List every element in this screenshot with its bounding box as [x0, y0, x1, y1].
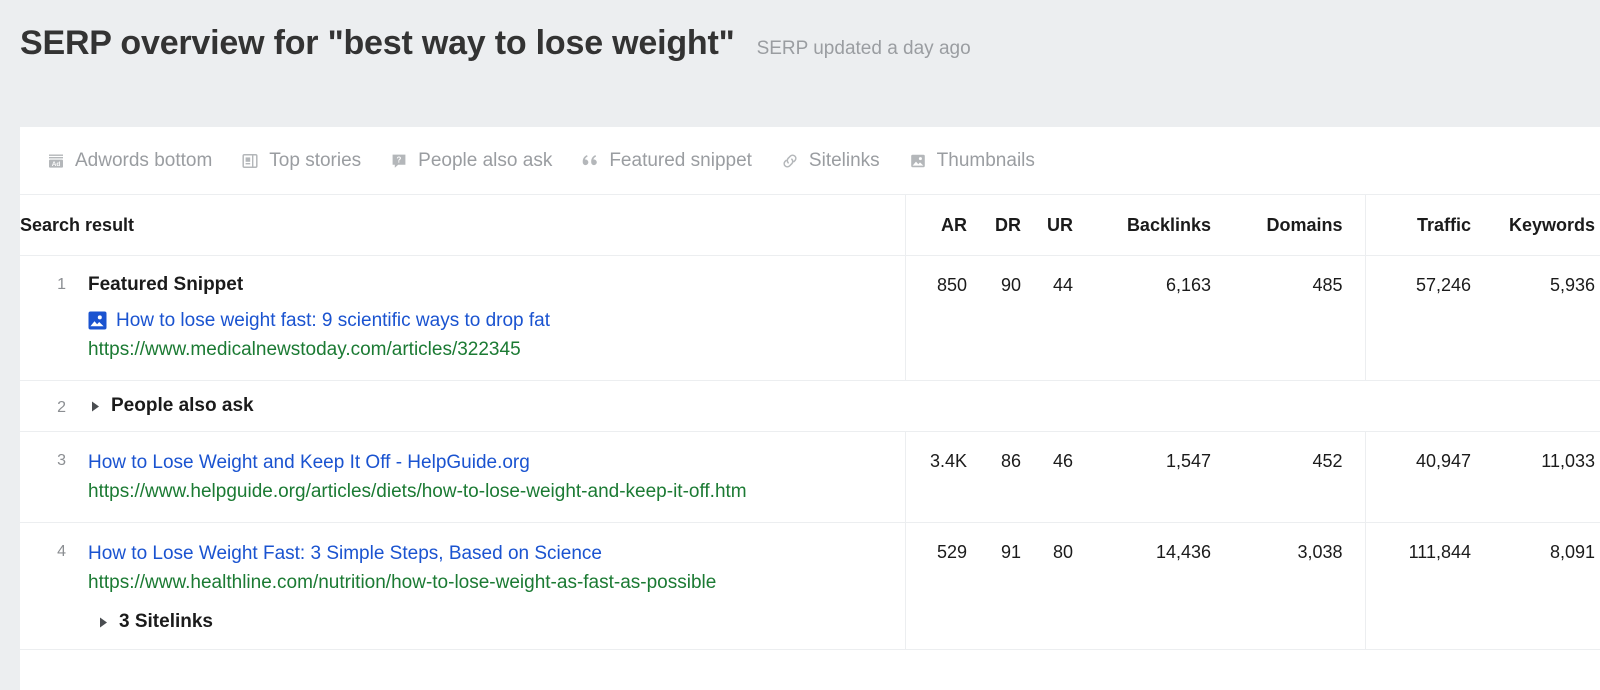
svg-text:Ad: Ad [52, 160, 61, 167]
metric-dr: 91 [989, 522, 1043, 650]
svg-text:?: ? [397, 155, 402, 164]
result-rank: 2 [57, 399, 66, 416]
metric-backlinks: 6,163 [1095, 255, 1233, 381]
sitelinks-toggle[interactable]: 3 Sitelinks [88, 611, 716, 633]
serp-feature-adwords-bottom[interactable]: Ad Adwords bottom [46, 150, 212, 172]
metric-dr: 86 [989, 431, 1043, 523]
result-cell: 3 How to Lose Weight and Keep It Off - H… [20, 431, 905, 523]
serp-feature-label: Thumbnails [936, 149, 1035, 171]
metric-keywords: 5,936 [1493, 255, 1600, 381]
serp-feature-people-also-ask[interactable]: ? People also ask [389, 150, 552, 172]
column-header-dr[interactable]: DR [989, 195, 1043, 256]
column-header-keywords[interactable]: Keywords [1493, 195, 1600, 256]
serp-features-bar: Ad Adwords bottom Top stories ? People a… [20, 127, 1600, 195]
result-rank: 4 [57, 543, 66, 560]
column-header-ur[interactable]: UR [1043, 195, 1095, 256]
adwords-icon: Ad [46, 151, 66, 171]
metric-ur: 44 [1043, 255, 1095, 381]
table-row: 4 How to Lose Weight Fast: 3 Simple Step… [20, 522, 1600, 650]
serp-feature-sitelinks[interactable]: Sitelinks [780, 150, 880, 172]
metric-keywords: 8,091 [1493, 522, 1600, 650]
collapsible-label: 3 Sitelinks [119, 611, 213, 632]
question-box-icon: ? [389, 151, 409, 171]
column-header-backlinks[interactable]: Backlinks [1095, 195, 1233, 256]
top-stories-icon [240, 151, 260, 171]
table-row: 2 People also ask [20, 380, 1600, 432]
metric-dr: 90 [989, 255, 1043, 381]
page-title: SERP overview for "best way to lose weig… [20, 24, 735, 62]
metric-ur: 46 [1043, 431, 1095, 523]
metric-keywords: 11,033 [1493, 431, 1600, 523]
people-also-ask-cell: 2 People also ask [20, 380, 1600, 432]
serp-feature-label: Adwords bottom [75, 149, 213, 171]
result-rank: 3 [57, 452, 66, 469]
page-header: SERP overview for "best way to lose weig… [0, 0, 1600, 127]
image-icon [908, 151, 928, 171]
serp-feature-label: People also ask [418, 149, 553, 171]
result-url[interactable]: https://www.helpguide.org/articles/diets… [88, 477, 747, 506]
column-header-ar[interactable]: AR [904, 195, 989, 256]
serp-feature-label: Sitelinks [808, 149, 880, 171]
serp-overview-panel: Ad Adwords bottom Top stories ? People a… [20, 127, 1600, 690]
chevron-right-icon [96, 615, 110, 629]
metric-domains: 485 [1233, 255, 1365, 381]
result-cell: 1 Featured Snippet How to lose weight fa… [20, 255, 905, 381]
serp-feature-featured-snippet[interactable]: Featured snippet [580, 150, 752, 172]
link-icon [780, 151, 800, 171]
column-header-search-result[interactable]: Search result [20, 195, 905, 256]
chevron-right-icon [88, 399, 102, 413]
serp-updated-label: SERP updated a day ago [756, 38, 971, 59]
metric-ar: 529 [904, 522, 989, 650]
result-feature-label: Featured Snippet [88, 274, 244, 295]
people-also-ask-toggle[interactable]: People also ask [88, 395, 254, 417]
metric-ur: 80 [1043, 522, 1095, 650]
table-row: 3 How to Lose Weight and Keep It Off - H… [20, 431, 1600, 523]
result-title-link[interactable]: How to lose weight fast: 9 scientific wa… [116, 306, 550, 335]
thumbnail-image-icon [88, 311, 107, 330]
result-title-link[interactable]: How to Lose Weight and Keep It Off - Hel… [88, 448, 747, 477]
table-row: 1 Featured Snippet How to lose weight fa… [20, 255, 1600, 381]
column-header-traffic[interactable]: Traffic [1364, 195, 1493, 256]
serp-feature-thumbnails[interactable]: Thumbnails [908, 150, 1035, 172]
result-url[interactable]: https://www.medicalnewstoday.com/article… [88, 335, 550, 364]
metric-ar: 3.4K [904, 431, 989, 523]
metric-ar: 850 [904, 255, 989, 381]
column-header-domains[interactable]: Domains [1233, 195, 1365, 256]
result-title-link[interactable]: How to Lose Weight Fast: 3 Simple Steps,… [88, 539, 716, 568]
serp-feature-label: Featured snippet [609, 149, 752, 171]
metric-traffic: 57,246 [1364, 255, 1493, 381]
metric-domains: 452 [1233, 431, 1365, 523]
serp-feature-top-stories[interactable]: Top stories [240, 150, 361, 172]
metric-backlinks: 1,547 [1095, 431, 1233, 523]
metric-traffic: 111,844 [1364, 522, 1493, 650]
serp-results-table: Search result AR DR UR Backlinks Domains… [20, 195, 1600, 650]
result-url[interactable]: https://www.healthline.com/nutrition/how… [88, 568, 716, 597]
table-header-row: Search result AR DR UR Backlinks Domains… [20, 195, 1600, 256]
metric-backlinks: 14,436 [1095, 522, 1233, 650]
quote-icon [580, 151, 600, 171]
result-cell: 4 How to Lose Weight Fast: 3 Simple Step… [20, 522, 905, 650]
result-rank: 1 [57, 276, 66, 293]
serp-feature-label: Top stories [269, 149, 362, 171]
collapsible-label: People also ask [111, 395, 254, 416]
metric-domains: 3,038 [1233, 522, 1365, 650]
metric-traffic: 40,947 [1364, 431, 1493, 523]
